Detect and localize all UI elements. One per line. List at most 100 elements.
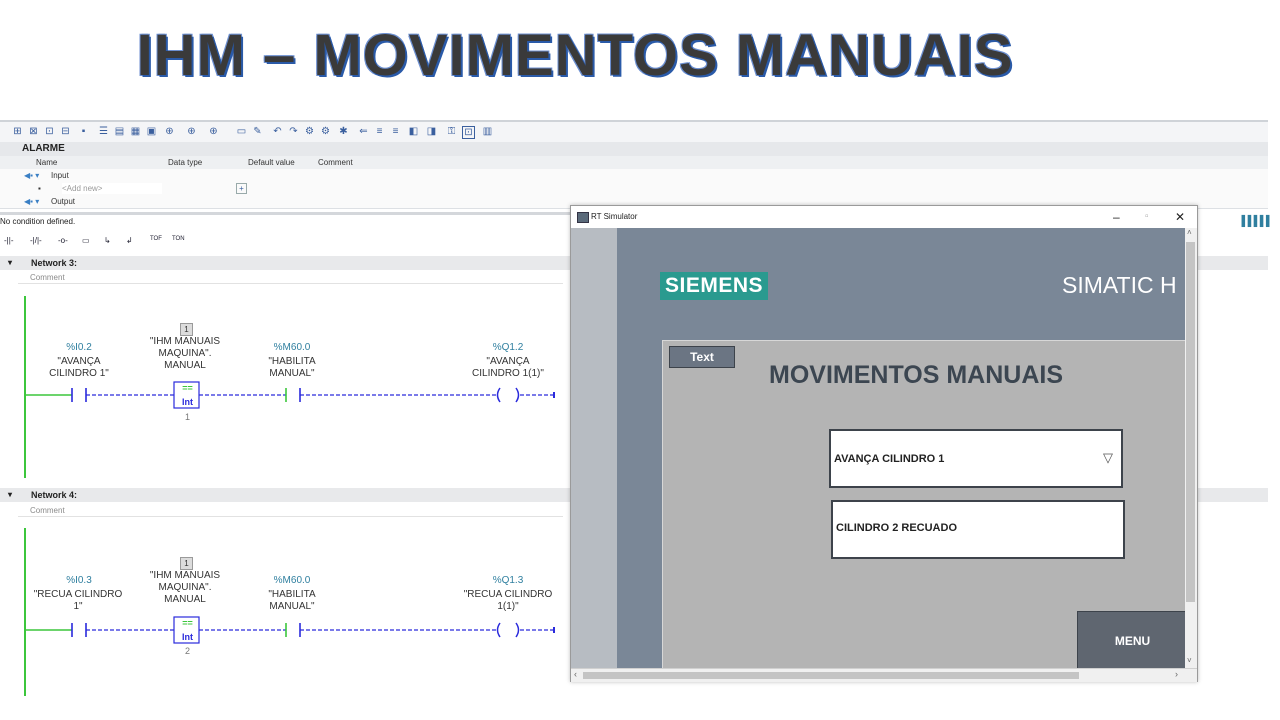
insert-icon[interactable]: +: [236, 183, 247, 194]
column-header: Default value: [248, 158, 295, 167]
toolbar-icon[interactable]: ≡: [390, 126, 401, 137]
toolbar-icon[interactable]: ≡: [374, 126, 385, 137]
toolbar-icon[interactable]: ↶: [272, 126, 283, 137]
compare-operand: "IHM MANUAIS MAQUINA". MANUAL: [149, 336, 221, 371]
branch-open-button[interactable]: ↳: [104, 236, 111, 245]
toolbar-icon[interactable]: ⊞: [12, 126, 23, 137]
power-rail: [24, 528, 26, 696]
no-contact-button[interactable]: -||-: [4, 236, 13, 245]
hmi-panel: Text MOVIMENTOS MANUAIS AVANÇA CILINDRO …: [662, 340, 1188, 671]
toolbar-icon[interactable]: ⊕: [208, 126, 219, 137]
toolbar-icon[interactable]: ⇐: [358, 126, 369, 137]
app-icon: [577, 212, 589, 223]
coil-label: "RECUA CILINDRO 1(1)": [463, 589, 553, 612]
status-field: CILINDRO 2 RECUADO: [831, 500, 1125, 559]
collapse-icon[interactable]: ▾: [8, 488, 12, 502]
interface-table: Name Data type Default value Comment ◀▪ …: [0, 156, 1268, 209]
contact-address: %M60.0: [273, 342, 311, 353]
coil-address: %Q1.2: [492, 342, 524, 353]
scroll-right-icon[interactable]: ›: [1175, 669, 1178, 679]
status-text: CILINDRO 2 RECUADO: [836, 522, 958, 534]
row-name: Input: [51, 171, 69, 180]
toolbar-icon[interactable]: ⚙: [304, 126, 315, 137]
coil-address: %Q1.3: [492, 575, 524, 586]
network-title: Network 4:: [31, 490, 78, 500]
box-button[interactable]: ▭: [82, 236, 90, 245]
toolbar-icon[interactable]: ▥: [482, 126, 493, 137]
toolbar-icon[interactable]: ⊡: [462, 126, 475, 139]
interface-icon: ◀▪ ▾: [24, 171, 40, 180]
mode-dropdown[interactable]: AVANÇA CILINDRO 1 ▽: [829, 429, 1123, 488]
toolbar-icon[interactable]: ⚙: [320, 126, 331, 137]
toolbar-icon[interactable]: ⊡: [44, 126, 55, 137]
compare-value: 1: [184, 412, 190, 422]
toolbar-icon[interactable]: ⊟: [60, 126, 71, 137]
close-icon[interactable]: ✕: [1175, 206, 1185, 228]
table-row[interactable]: ▪ <Add new> +: [0, 182, 1268, 196]
window-titlebar[interactable]: RT Simulator – ▫ ✕: [571, 206, 1197, 228]
compare-operator: ==: [182, 618, 193, 628]
contact-label: "HABILITA MANUAL": [268, 356, 316, 379]
window-title: RT Simulator: [591, 212, 638, 221]
toolbar-icon[interactable]: ▭: [236, 126, 247, 137]
toolbar-icon[interactable]: ✎: [252, 126, 263, 137]
contact-address: %I0.3: [66, 575, 92, 586]
compare-type: Int: [182, 632, 193, 642]
collapse-icon[interactable]: ▾: [8, 256, 12, 270]
scroll-thumb[interactable]: [1186, 242, 1195, 602]
toolbar-icon[interactable]: ⊠: [28, 126, 39, 137]
instance-number: 1: [180, 557, 193, 570]
hmi-screen: SIEMENS SIMATIC H Text MOVIMENTOS MANUAI…: [571, 228, 1188, 671]
toolbar-icon[interactable]: ↷: [288, 126, 299, 137]
nc-contact-button[interactable]: -|/|-: [30, 236, 42, 245]
compare-operator: ==: [182, 383, 193, 393]
row-name: Output: [51, 197, 76, 206]
scroll-down-icon[interactable]: ˅: [1187, 656, 1192, 665]
coil-button[interactable]: -o-: [58, 236, 68, 245]
toolbar-icon[interactable]: ☰: [98, 126, 109, 137]
toolbar-icon[interactable]: ▣: [146, 126, 157, 137]
toolbar-icon[interactable]: ⊕: [186, 126, 197, 137]
dropdown-value: AVANÇA CILINDRO 1: [834, 453, 945, 465]
scroll-left-icon[interactable]: ‹: [574, 669, 577, 679]
toolbar-icon[interactable]: ⊕: [164, 126, 175, 137]
contact-label: "RECUA CILINDRO 1": [33, 589, 123, 612]
lad-toolbar: -||- -|/|- -o- ▭ ↳ ↲ TOF TON: [0, 232, 570, 252]
network-4-rung: [26, 616, 555, 644]
toolbar-icon[interactable]: ▪: [78, 126, 89, 137]
toolbar-icon[interactable]: ⚿: [446, 126, 457, 137]
menu-button[interactable]: MENU: [1077, 611, 1188, 671]
screen-title: MOVIMENTOS MANUAIS: [769, 361, 1063, 389]
vertical-scrollbar[interactable]: ˄ ˅: [1185, 228, 1197, 668]
compare-value: 2: [184, 646, 190, 656]
horizontal-scrollbar[interactable]: ‹ ›: [571, 668, 1197, 682]
table-row[interactable]: ◀▪ ▾ Input: [0, 169, 1268, 183]
text-button[interactable]: Text: [669, 346, 735, 368]
network-comment[interactable]: Comment: [18, 272, 563, 284]
chevron-down-icon[interactable]: ▽: [1103, 450, 1113, 466]
block-name: ALARME: [0, 142, 1268, 156]
scroll-thumb[interactable]: [583, 672, 1079, 679]
instance-number: 1: [180, 323, 193, 336]
bullet-icon: ▪: [38, 184, 41, 193]
minimize-icon[interactable]: –: [1113, 206, 1120, 228]
toolbar-icon[interactable]: ◧: [408, 126, 419, 137]
ton-button[interactable]: TON: [172, 236, 185, 242]
compare-type: Int: [182, 397, 193, 407]
toolbar-icon[interactable]: ◨: [426, 126, 437, 137]
toolbar-icon[interactable]: ✱: [338, 126, 349, 137]
toolbar-icon[interactable]: ▤: [114, 126, 125, 137]
contact-address: %M60.0: [273, 575, 311, 586]
overview-indicator: ▐▐▐▐▐: [1238, 216, 1269, 227]
tof-button[interactable]: TOF: [150, 236, 162, 242]
table-header-row: Name Data type Default value Comment: [0, 156, 1268, 170]
contact-address: %I0.2: [66, 342, 92, 353]
column-header: Comment: [318, 158, 353, 167]
scroll-up-icon[interactable]: ˄: [1187, 228, 1192, 237]
toolbar-icon[interactable]: ▦: [130, 126, 141, 137]
maximize-icon[interactable]: ▫: [1145, 206, 1149, 228]
network-comment[interactable]: Comment: [18, 505, 563, 517]
network-title: Network 3:: [31, 258, 78, 268]
branch-close-button[interactable]: ↲: [126, 236, 133, 245]
add-new-field[interactable]: <Add new>: [62, 183, 162, 194]
